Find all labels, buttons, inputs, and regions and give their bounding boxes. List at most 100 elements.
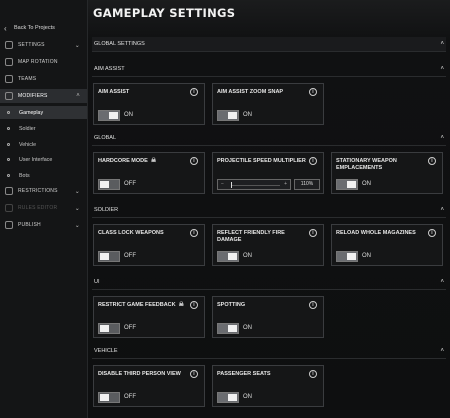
toggle-state: ON	[243, 112, 252, 118]
info-icon[interactable]: i	[309, 88, 317, 96]
projectile-speed-value[interactable]: 110%	[294, 179, 320, 190]
bullet-icon	[7, 158, 10, 161]
plus-icon[interactable]: +	[284, 181, 287, 187]
disable-third-person-toggle[interactable]	[98, 392, 120, 403]
chevron-up-icon: ˄	[440, 207, 444, 213]
info-icon[interactable]: i	[428, 229, 436, 237]
toggle-state: OFF	[124, 181, 136, 187]
sidebar-subitem-label: Vehicle	[19, 141, 37, 148]
sidebar-item-map-rotation[interactable]: MAP ROTATION	[0, 55, 87, 69]
modifiers-icon	[5, 92, 13, 100]
back-to-projects-link[interactable]: ‹ Back To Projects	[0, 20, 87, 36]
sidebar-subitem-soldier[interactable]: Soldier	[0, 122, 87, 135]
info-icon[interactable]: i	[190, 88, 198, 96]
bullet-icon	[7, 143, 10, 146]
card-spotting: SPOTTING i ON	[212, 296, 324, 338]
card-stationary-weapon: STATIONARY WEAPON EMPLACEMENTS i ON	[331, 152, 443, 194]
toggle-state: ON	[243, 253, 252, 259]
setting-label: DISABLE THIRD PERSON VIEW	[98, 371, 181, 377]
minus-icon[interactable]: −	[221, 181, 224, 187]
section-global-settings[interactable]: GLOBAL SETTINGS ˄	[92, 37, 446, 52]
toggle-state: ON	[243, 394, 252, 400]
chevron-left-icon: ‹	[4, 23, 7, 33]
sidebar-item-label: MODIFIERS	[18, 93, 48, 99]
info-icon[interactable]: i	[309, 229, 317, 237]
sidebar-item-label: TEAMS	[18, 76, 37, 82]
reflect-friendly-fire-toggle[interactable]	[217, 251, 239, 262]
skull-icon: ☠	[150, 158, 157, 164]
page-title: GAMEPLAY SETTINGS	[93, 6, 236, 20]
aim-assist-zoom-snap-toggle[interactable]	[217, 110, 239, 121]
class-lock-weapons-toggle[interactable]	[98, 251, 120, 262]
restrict-game-feedback-toggle[interactable]	[98, 323, 120, 334]
hardcore-mode-toggle[interactable]	[98, 179, 120, 190]
setting-label: SPOTTING	[217, 302, 246, 308]
sidebar-subitem-vehicle[interactable]: Vehicle	[0, 138, 87, 151]
chevron-down-icon: ⌄	[74, 188, 80, 195]
bullet-icon	[7, 174, 10, 177]
section-label: GLOBAL	[94, 135, 117, 141]
spotting-toggle[interactable]	[217, 323, 239, 334]
info-icon[interactable]: i	[190, 229, 198, 237]
sidebar-item-label: MAP ROTATION	[18, 59, 58, 65]
rules-icon	[5, 204, 13, 212]
sidebar-item-label: PUBLISH	[18, 222, 41, 228]
sidebar-item-teams[interactable]: TEAMS	[0, 72, 87, 86]
info-icon[interactable]: i	[428, 157, 436, 165]
projectile-speed-slider[interactable]: − +	[217, 179, 291, 190]
section-soldier[interactable]: SOLDIER ˄	[92, 203, 446, 218]
chevron-up-icon: ˄	[440, 135, 444, 141]
gear-icon	[5, 41, 13, 49]
sidebar-subitem-label: Soldier	[19, 125, 36, 132]
section-aim-assist[interactable]: AIM ASSIST ˄	[92, 62, 446, 77]
publish-icon	[5, 221, 13, 229]
sidebar-item-rules-editor[interactable]: RULES EDITOR ⌄	[0, 201, 87, 215]
chevron-up-icon: ˄	[440, 66, 444, 72]
info-icon[interactable]: i	[190, 301, 198, 309]
sidebar-subitem-label: Bots	[19, 172, 30, 179]
slider-thumb[interactable]	[231, 182, 232, 188]
setting-label: PASSENGER SEATS	[217, 371, 271, 377]
toggle-state: ON	[243, 325, 252, 331]
sidebar-item-settings[interactable]: SETTINGS ⌄	[0, 38, 87, 52]
sidebar-subitem-user-interface[interactable]: User Interface	[0, 153, 87, 166]
teams-icon	[5, 75, 13, 83]
section-ui[interactable]: UI ˄	[92, 275, 446, 290]
card-projectile-speed: PROJECTILE SPEED MULTIPLIER i − + 110%	[212, 152, 324, 194]
reload-whole-magazines-toggle[interactable]	[336, 251, 358, 262]
toggle-state: ON	[124, 112, 133, 118]
sidebar-item-restrictions[interactable]: RESTRICTIONS ⌄	[0, 184, 87, 198]
section-vehicle[interactable]: VEHICLE ˄	[92, 344, 446, 359]
chevron-up-icon: ˄	[440, 279, 444, 285]
stationary-weapon-toggle[interactable]	[336, 179, 358, 190]
toggle-state: OFF	[124, 253, 136, 259]
sidebar-item-label: SETTINGS	[18, 42, 45, 48]
card-reflect-friendly-fire: REFLECT FRIENDLY FIRE DAMAGE i ON	[212, 224, 324, 266]
card-aim-assist-zoom-snap: AIM ASSIST ZOOM SNAP i ON	[212, 83, 324, 125]
setting-label: CLASS LOCK WEAPONS	[98, 230, 164, 236]
section-label: SOLDIER	[94, 207, 119, 213]
setting-label: HARDCORE MODE ☠	[98, 158, 157, 164]
info-icon[interactable]: i	[309, 370, 317, 378]
toggle-state: ON	[362, 253, 371, 259]
sidebar: ‹ Back To Projects SETTINGS ⌄ MAP ROTATI…	[0, 0, 88, 418]
info-icon[interactable]: i	[190, 370, 198, 378]
bullet-icon	[7, 111, 10, 114]
sidebar-item-publish[interactable]: PUBLISH ⌄	[0, 218, 87, 232]
section-label: UI	[94, 279, 100, 285]
section-global[interactable]: GLOBAL ˄	[92, 131, 446, 146]
map-icon	[5, 58, 13, 66]
chevron-down-icon: ⌄	[74, 222, 80, 229]
sidebar-subitem-gameplay[interactable]: Gameplay	[0, 106, 87, 119]
aim-assist-toggle[interactable]	[98, 110, 120, 121]
back-label: Back To Projects	[14, 25, 55, 31]
setting-label: REFLECT FRIENDLY FIRE DAMAGE	[217, 230, 285, 243]
info-icon[interactable]: i	[309, 157, 317, 165]
sidebar-item-modifiers[interactable]: MODIFIERS ˄	[0, 89, 87, 103]
main-panel: GAMEPLAY SETTINGS GLOBAL SETTINGS ˄ AIM …	[88, 0, 450, 418]
info-icon[interactable]: i	[309, 301, 317, 309]
sidebar-subitem-bots[interactable]: Bots	[0, 169, 87, 182]
info-icon[interactable]: i	[190, 157, 198, 165]
sidebar-subitem-label: User Interface	[19, 156, 53, 163]
passenger-seats-toggle[interactable]	[217, 392, 239, 403]
